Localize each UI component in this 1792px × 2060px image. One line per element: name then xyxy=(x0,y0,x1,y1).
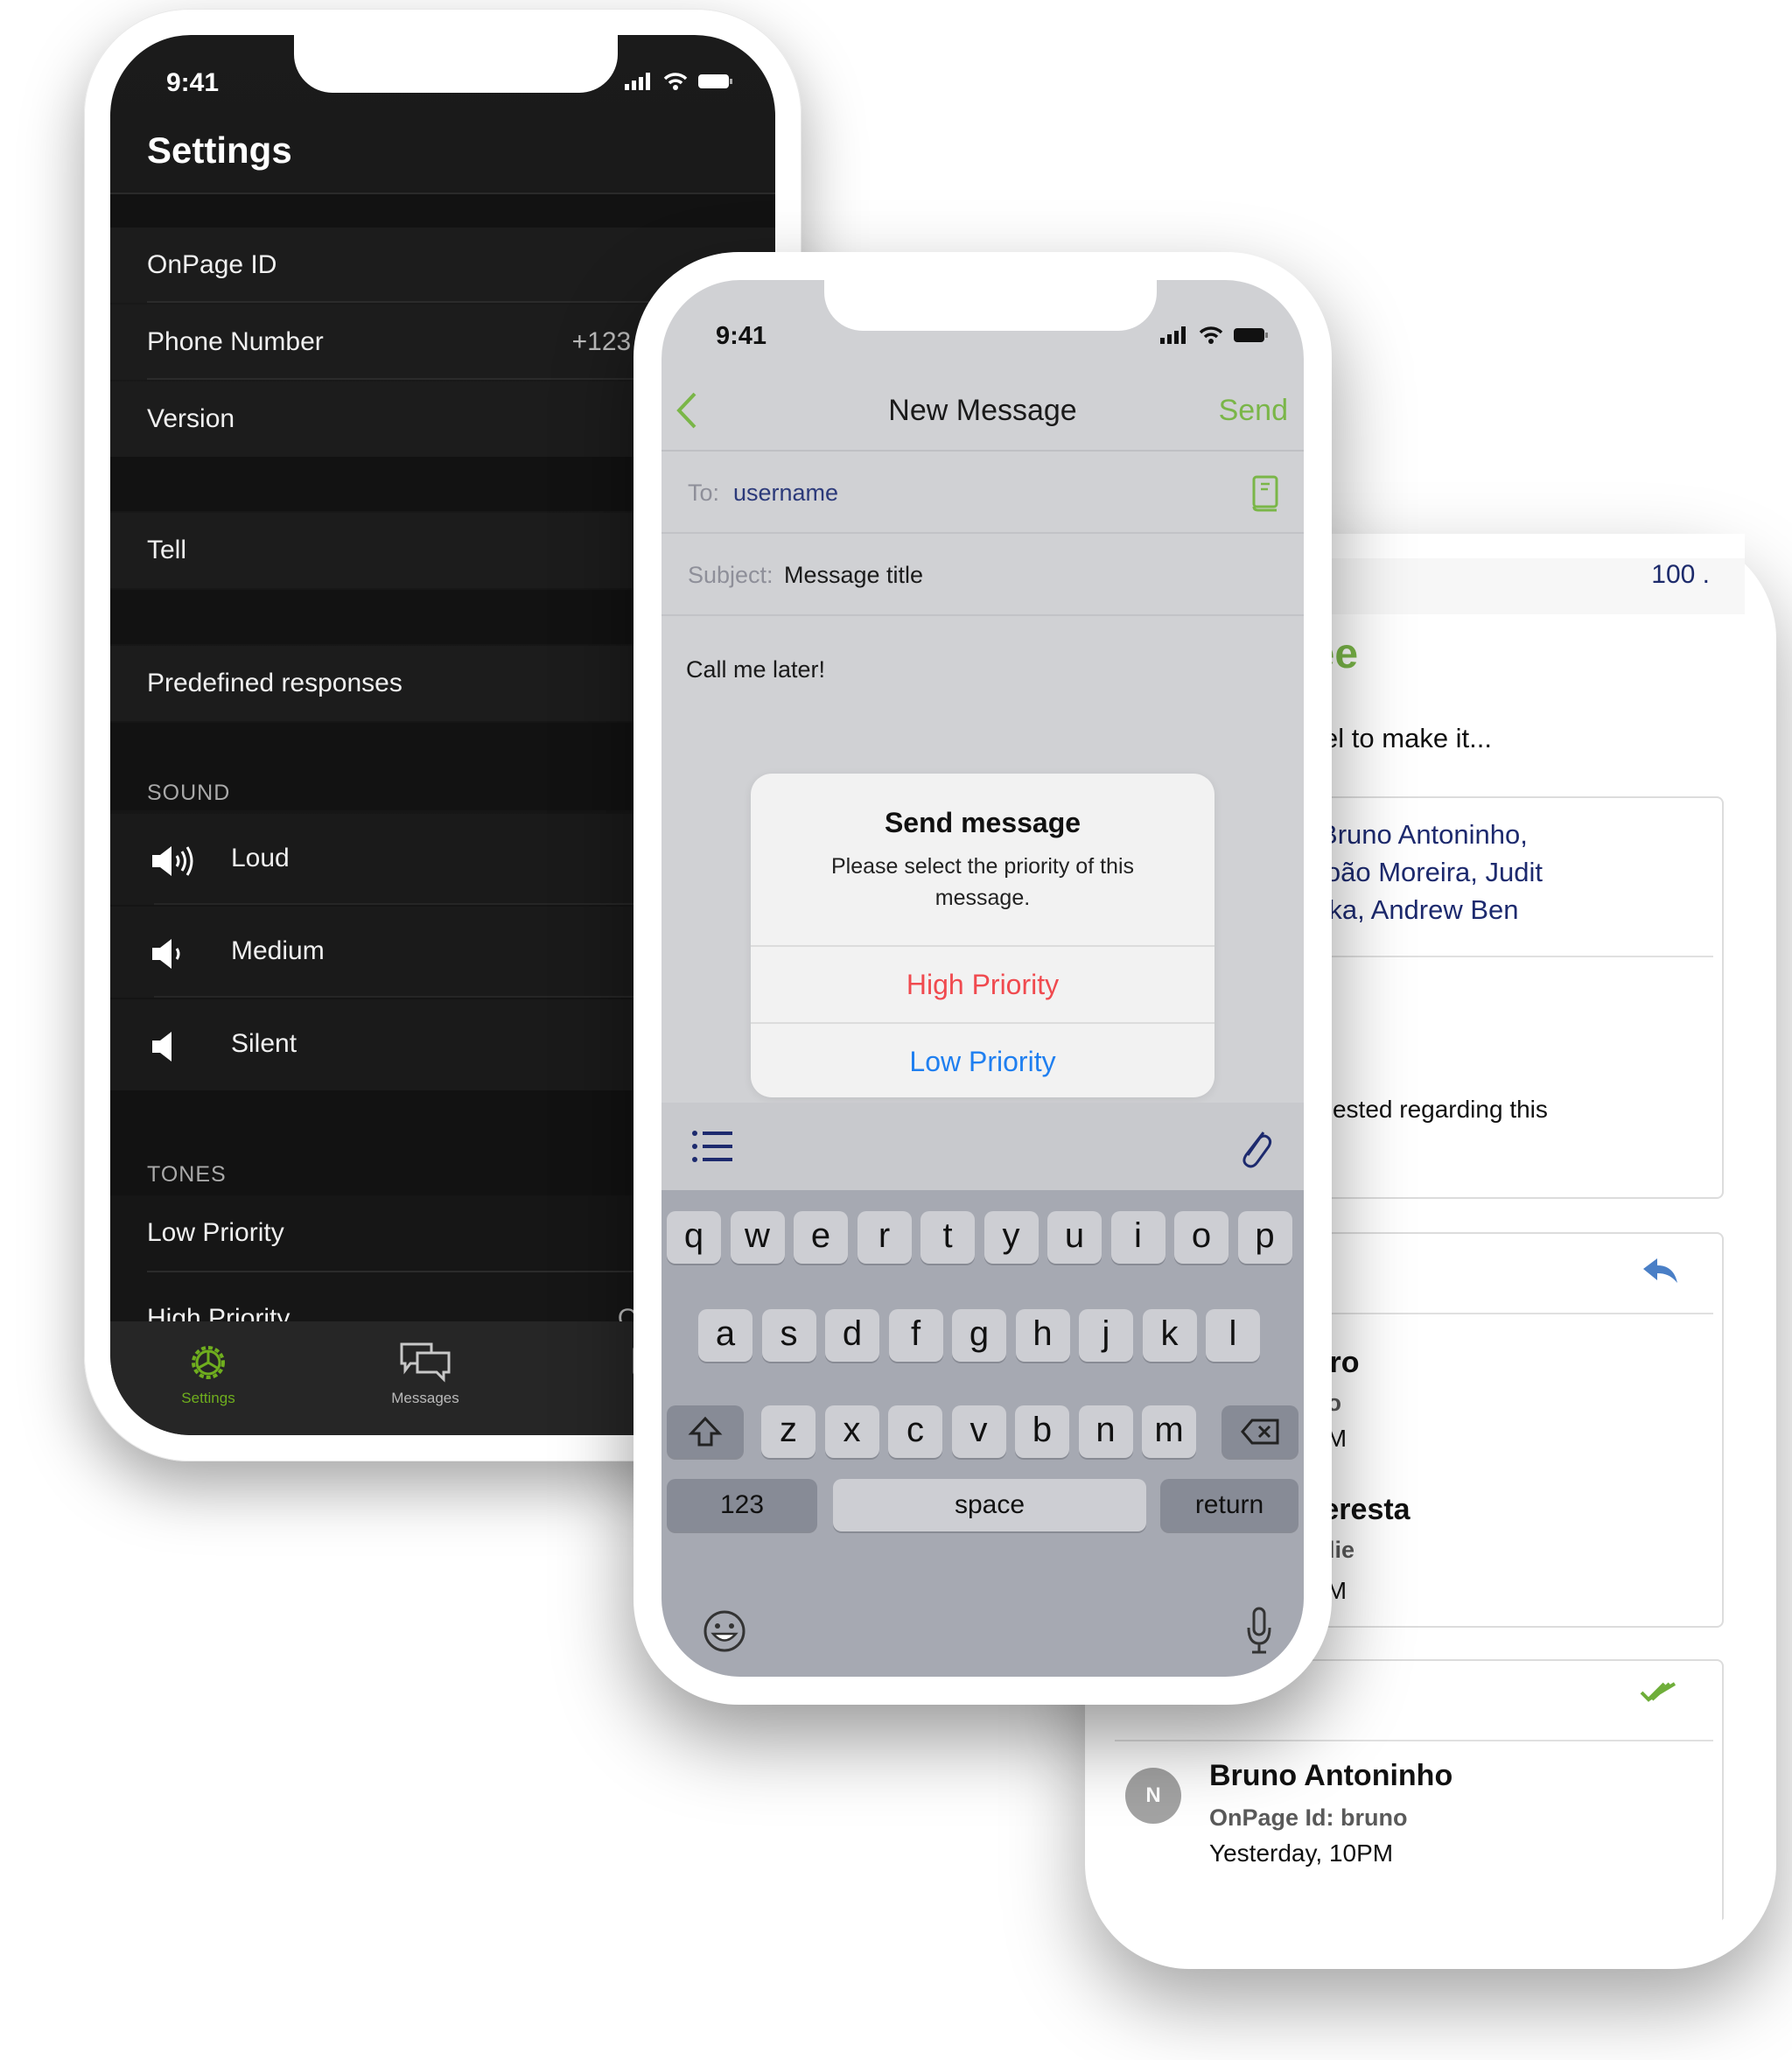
new-message-screen: 9:41 New Message Send To: username Subje… xyxy=(662,280,1304,1677)
sound-label: Medium xyxy=(231,936,325,965)
gear-icon xyxy=(192,1346,225,1379)
section-gap xyxy=(110,194,775,228)
double-check-icon xyxy=(1640,1682,1676,1702)
key-n[interactable]: n xyxy=(1078,1405,1133,1458)
row-label: OnPage ID xyxy=(147,250,277,279)
shift-icon xyxy=(688,1416,723,1447)
compose-toolbar xyxy=(662,1103,1304,1190)
subject-field[interactable]: Subject: Message title xyxy=(662,536,1304,616)
low-priority-button[interactable]: Low Priority xyxy=(751,1022,1214,1097)
tab-settings[interactable]: Settings xyxy=(138,1341,278,1407)
key-q[interactable]: q xyxy=(667,1211,721,1264)
phone-new-message: 9:41 New Message Send To: username Subje… xyxy=(634,252,1332,1705)
recipient-id: OnPage Id: bruno xyxy=(1209,1804,1408,1831)
key-e[interactable]: e xyxy=(794,1211,848,1264)
key-c[interactable]: c xyxy=(888,1405,942,1458)
to-label: To: xyxy=(688,480,720,506)
key-j[interactable]: j xyxy=(1079,1309,1133,1362)
key-h[interactable]: h xyxy=(1015,1309,1070,1362)
key-i[interactable]: i xyxy=(1110,1211,1166,1264)
shift-key[interactable] xyxy=(667,1405,744,1458)
subject-label: Subject: xyxy=(688,562,774,588)
section-header-sound: SOUND xyxy=(147,781,231,805)
key-l[interactable]: l xyxy=(1206,1309,1260,1362)
status-bar: 9:41 xyxy=(166,68,733,103)
speaker-medium-icon xyxy=(152,939,180,969)
tab-label: Settings xyxy=(181,1390,235,1406)
status-bar: 9:41 xyxy=(716,322,1269,357)
speaker-silent-icon xyxy=(152,1032,172,1062)
key-x[interactable]: x xyxy=(824,1405,879,1458)
battery-icon xyxy=(698,74,732,88)
keyboard: qwertyuiop asdfghjkl zxcvbnm 123 space r… xyxy=(662,1190,1304,1677)
key-v[interactable]: v xyxy=(951,1405,1006,1458)
tab-label: Messages xyxy=(391,1390,459,1406)
detail-status-value: 100 . xyxy=(1651,560,1710,589)
to-value[interactable]: username xyxy=(733,480,838,507)
key-d[interactable]: d xyxy=(825,1309,879,1362)
speaker-loud-icon xyxy=(152,846,193,876)
key-r[interactable]: r xyxy=(857,1211,912,1264)
subject-value[interactable]: Message title xyxy=(784,562,923,589)
key-u[interactable]: u xyxy=(1047,1211,1102,1264)
microphone-icon[interactable] xyxy=(1246,1607,1272,1656)
page-title: Settings xyxy=(147,130,292,171)
reply-icon[interactable] xyxy=(1642,1257,1678,1286)
sound-label: Loud xyxy=(231,844,290,872)
chat-bubbles-icon xyxy=(400,1342,451,1383)
space-key[interactable]: space xyxy=(833,1479,1146,1531)
key-b[interactable]: b xyxy=(1015,1405,1069,1458)
key-f[interactable]: f xyxy=(888,1309,943,1362)
wifi-icon xyxy=(663,73,688,90)
paperclip-icon[interactable] xyxy=(1237,1125,1272,1169)
key-m[interactable]: m xyxy=(1142,1405,1196,1458)
delete-key[interactable] xyxy=(1222,1405,1298,1458)
key-a[interactable]: a xyxy=(698,1309,752,1362)
message-body[interactable]: Call me later! xyxy=(686,656,825,683)
key-p[interactable]: p xyxy=(1237,1211,1292,1264)
key-o[interactable]: o xyxy=(1174,1211,1228,1264)
emoji-icon[interactable] xyxy=(702,1608,747,1654)
battery-icon xyxy=(1234,328,1268,342)
numbers-key[interactable]: 123 xyxy=(667,1479,817,1531)
list-icon[interactable] xyxy=(691,1129,735,1164)
key-y[interactable]: y xyxy=(984,1211,1039,1264)
nav-title: New Message xyxy=(888,394,1077,427)
sound-label: Silent xyxy=(231,1029,298,1058)
signal-icon xyxy=(625,73,650,90)
to-field[interactable]: To: username xyxy=(662,453,1304,534)
row-label: Tell xyxy=(147,536,187,564)
key-g[interactable]: g xyxy=(952,1309,1006,1362)
key-z[interactable]: z xyxy=(761,1405,816,1458)
status-time: 9:41 xyxy=(716,322,767,350)
signal-icon xyxy=(1160,326,1186,344)
return-key[interactable]: return xyxy=(1160,1479,1298,1531)
key-k[interactable]: k xyxy=(1142,1309,1197,1362)
row-label: Phone Number xyxy=(147,327,324,356)
high-priority-button[interactable]: High Priority xyxy=(751,945,1214,1020)
divider xyxy=(1115,1740,1713,1741)
key-s[interactable]: s xyxy=(761,1309,816,1362)
avatar: N xyxy=(1125,1768,1181,1824)
recipient-name: Bruno Antoninho xyxy=(1209,1759,1453,1792)
row-label: Low Priority xyxy=(147,1218,284,1247)
status-time: 9:41 xyxy=(166,68,220,97)
send-button[interactable]: Send xyxy=(1219,394,1288,428)
row-label: Predefined responses xyxy=(147,669,402,697)
alert-message: Please select the priority of this messa… xyxy=(831,854,1134,910)
recipient-time: Yesterday, 10PM xyxy=(1209,1839,1394,1867)
key-w[interactable]: w xyxy=(730,1211,785,1264)
address-book-icon[interactable] xyxy=(1251,474,1279,513)
tab-messages[interactable]: Messages xyxy=(355,1341,495,1407)
alert-title: Send message xyxy=(884,807,1082,838)
priority-alert-dialog: Send message Please select the priority … xyxy=(751,774,1214,1097)
key-t[interactable]: t xyxy=(920,1211,975,1264)
nav-bar: New Message Send xyxy=(662,368,1304,452)
wifi-icon xyxy=(1199,326,1223,344)
row-label: Version xyxy=(147,404,235,433)
backspace-icon xyxy=(1241,1419,1279,1445)
section-header-tones: TONES xyxy=(147,1162,227,1187)
